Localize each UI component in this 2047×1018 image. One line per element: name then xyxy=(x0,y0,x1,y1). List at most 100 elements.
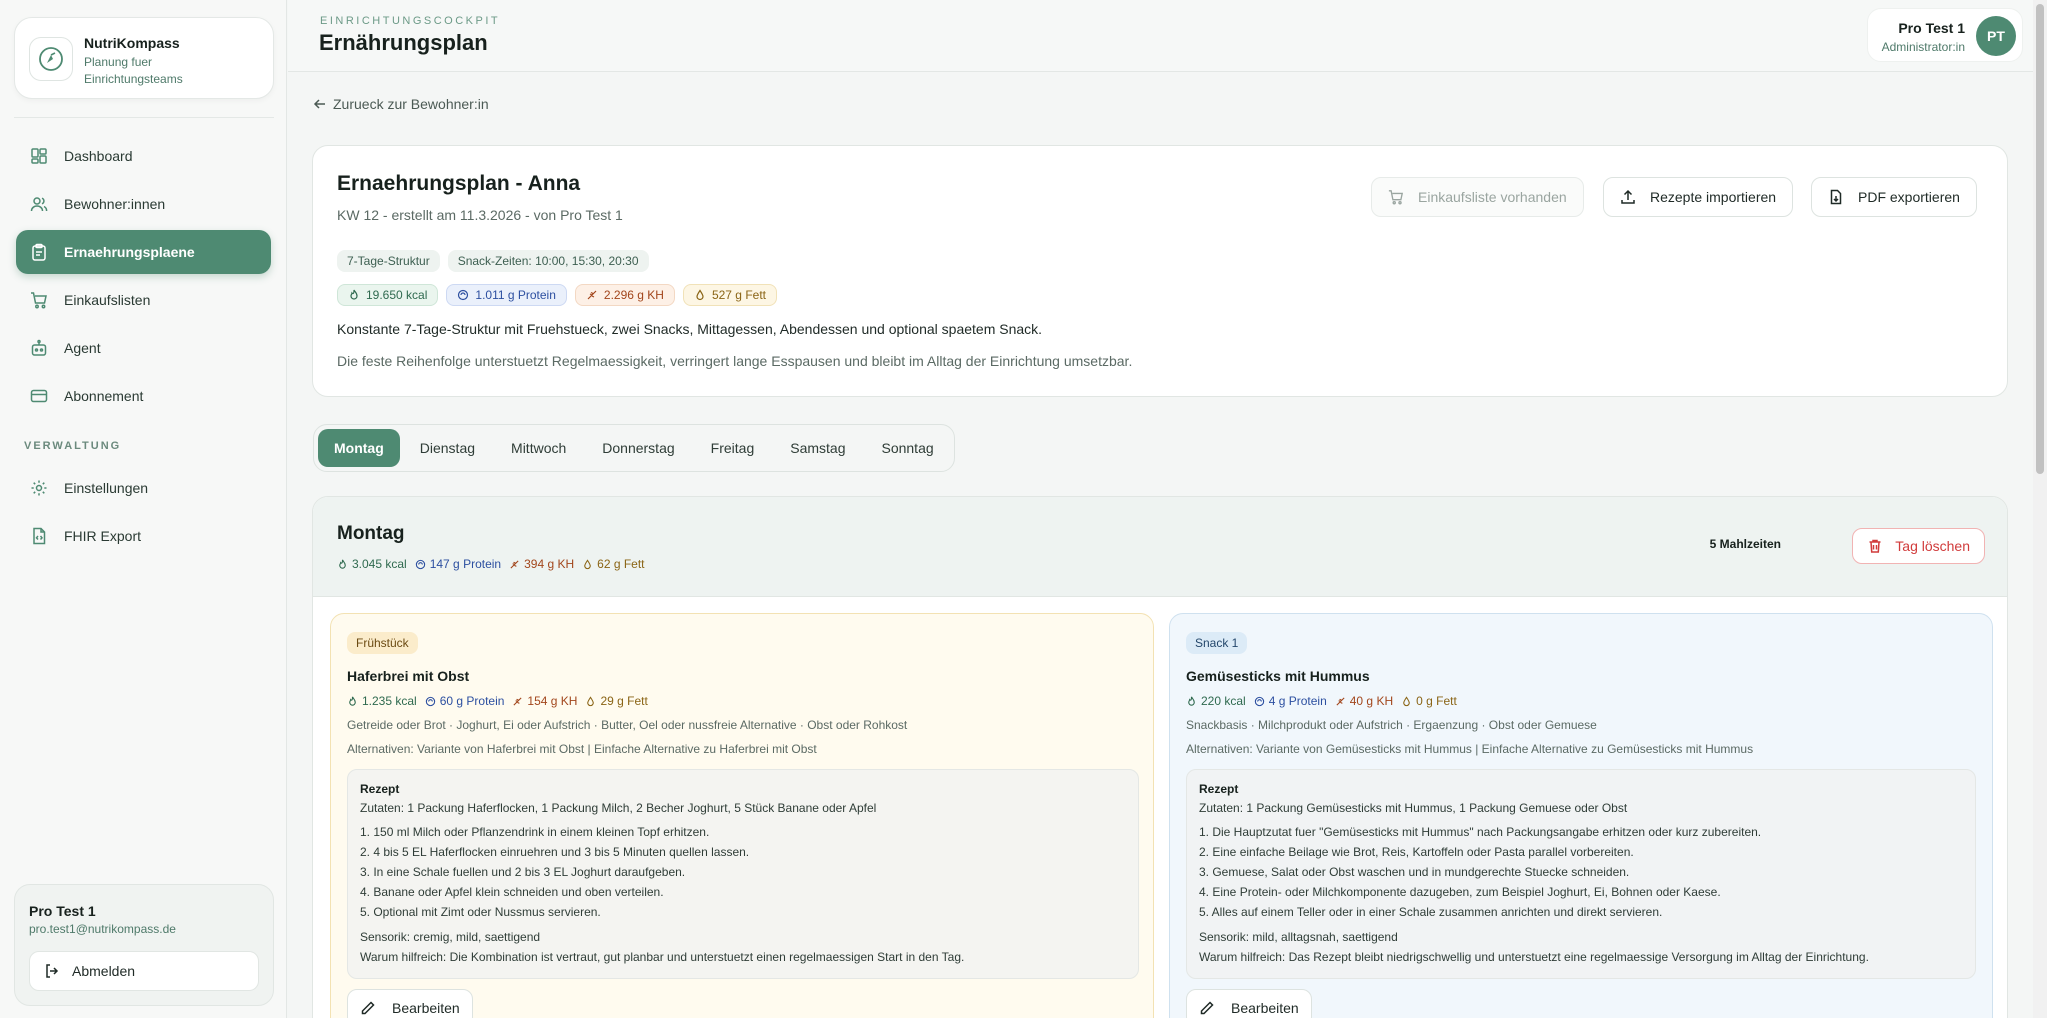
recipe-ingredients: Zutaten: 1 Packung Gemüsesticks mit Humm… xyxy=(1199,801,1628,815)
recipe-sensory: Sensorik: mild, alltagsnah, saettigend xyxy=(1199,930,1398,944)
meal-kcal: 1.235 kcal xyxy=(347,694,417,708)
edit-meal-button[interactable]: Bearbeiten xyxy=(347,989,473,1018)
wheat-icon xyxy=(509,559,520,570)
flame-icon xyxy=(337,559,348,570)
plan-rationale: Die feste Reihenfolge unterstuetzt Regel… xyxy=(337,353,1133,369)
sidebar-item-shopping-lists[interactable]: Einkaufslisten xyxy=(16,278,271,322)
compass-logo-icon xyxy=(29,37,73,81)
profile-role: Administrator:in xyxy=(1881,40,1965,54)
recipe-title: Rezept xyxy=(1199,782,1239,796)
recipe-step: 2. Eine einfache Beilage wie Brot, Reis,… xyxy=(1199,845,1634,859)
sidebar: NutriKompass Planung fuer Einrichtungste… xyxy=(0,0,287,1018)
carbs-badge: 2.296 g KH xyxy=(574,284,675,306)
recipe-title: Rezept xyxy=(360,782,400,796)
protein-icon xyxy=(457,289,469,301)
sidebar-item-label: Einstellungen xyxy=(64,480,149,496)
user-name: Pro Test 1 xyxy=(29,903,96,919)
pencil-icon xyxy=(360,1000,376,1016)
tab-freitag[interactable]: Freitag xyxy=(695,429,771,467)
meal-protein: 60 g Protein xyxy=(425,694,505,708)
pdf-export-button[interactable]: PDF exportieren xyxy=(1811,177,1977,217)
dashboard-icon xyxy=(30,147,48,165)
meal-carbs: 40 g KH xyxy=(1335,694,1393,708)
scrollbar-thumb[interactable] xyxy=(2036,4,2044,474)
back-link[interactable]: Zurueck zur Bewohner:in xyxy=(313,96,489,112)
delete-day-button[interactable]: Tag löschen xyxy=(1852,528,1985,564)
recipe-box: Rezept Zutaten: 1 Packung Gemüsesticks m… xyxy=(1186,769,1976,979)
meal-carbs-value: 40 g KH xyxy=(1349,694,1394,708)
protein-icon xyxy=(1254,696,1265,707)
drop-icon xyxy=(694,289,706,301)
sidebar-item-label: Agent xyxy=(64,340,101,356)
file-download-icon xyxy=(1828,189,1844,205)
sidebar-item-label: Bewohner:innen xyxy=(64,196,166,212)
plan-tags: 7-Tage-Struktur Snack-Zeiten: 10:00, 15:… xyxy=(337,250,649,272)
meal-type-badge: Frühstück xyxy=(347,632,418,654)
meal-kcal: 220 kcal xyxy=(1186,694,1246,708)
tab-montag[interactable]: Montag xyxy=(318,429,400,467)
edit-meal-label: Bearbeiten xyxy=(392,1000,460,1016)
meal-alternatives: Alternativen: Variante von Gemüsesticks … xyxy=(1186,742,1754,756)
sidebar-item-nutrition-plans[interactable]: Ernaehrungsplaene xyxy=(16,230,271,274)
user-card: Pro Test 1 pro.test1@nutrikompass.de Abm… xyxy=(14,884,274,1006)
meal-kcal-value: 1.235 kcal xyxy=(362,694,417,708)
tab-mittwoch[interactable]: Mittwoch xyxy=(495,429,582,467)
import-recipes-button[interactable]: Rezepte importieren xyxy=(1603,177,1794,217)
recipe-step: 4. Eine Protein- oder Milchkomponente da… xyxy=(1199,885,1721,899)
recipe-why: Warum hilfreich: Das Rezept bleibt niedr… xyxy=(1199,950,1869,964)
tab-donnerstag[interactable]: Donnerstag xyxy=(586,429,690,467)
drop-icon xyxy=(1401,695,1412,707)
sidebar-item-agent[interactable]: Agent xyxy=(16,326,271,370)
meal-protein-value: 60 g Protein xyxy=(439,694,505,708)
meal-components: Getreide oder Brot · Joghurt, Ei oder Au… xyxy=(347,718,908,732)
sidebar-item-residents[interactable]: Bewohner:innen xyxy=(16,182,271,226)
profile-menu[interactable]: Pro Test 1 Administrator:in PT xyxy=(1867,8,2023,62)
meal-protein: 4 g Protein xyxy=(1254,694,1327,708)
delete-day-label: Tag löschen xyxy=(1895,538,1970,554)
user-email: pro.test1@nutrikompass.de xyxy=(29,922,176,936)
day-carbs-value: 394 g KH xyxy=(524,557,575,571)
recipe-step: 4. Banane oder Apfel klein schneiden und… xyxy=(360,885,664,899)
brand-name: NutriKompass xyxy=(84,35,180,51)
protein-icon xyxy=(415,559,426,570)
arrow-left-icon xyxy=(313,97,327,111)
page-scrollbar[interactable] xyxy=(2033,0,2047,1018)
tab-dienstag[interactable]: Dienstag xyxy=(404,429,491,467)
shopping-list-button[interactable]: Einkaufsliste vorhanden xyxy=(1371,177,1584,217)
edit-meal-button[interactable]: Bearbeiten xyxy=(1186,989,1312,1018)
day-carbs: 394 g KH xyxy=(509,557,574,571)
flame-icon xyxy=(1186,696,1197,707)
sidebar-item-label: Dashboard xyxy=(64,148,133,164)
day-protein: 147 g Protein xyxy=(415,557,501,571)
nav-divider xyxy=(14,117,274,118)
trash-icon xyxy=(1867,538,1883,554)
cart-icon xyxy=(1388,189,1404,205)
logout-button[interactable]: Abmelden xyxy=(29,951,259,991)
recipe-step: 1. 150 ml Milch oder Pflanzendrink in ei… xyxy=(360,825,710,839)
clipboard-icon xyxy=(30,243,48,261)
sidebar-item-settings[interactable]: Einstellungen xyxy=(16,466,271,510)
back-link-label: Zurueck zur Bewohner:in xyxy=(333,96,489,112)
tab-samstag[interactable]: Samstag xyxy=(774,429,861,467)
avatar: PT xyxy=(1976,16,2016,56)
header-eyebrow: EINRICHTUNGSCOCKPIT xyxy=(320,15,501,27)
tab-sonntag[interactable]: Sonntag xyxy=(865,429,949,467)
day-macros: 3.045 kcal 147 g Protein 394 g KH 62 g F… xyxy=(337,557,645,571)
recipe-step: 3. Gemuese, Salat oder Obst waschen und … xyxy=(1199,865,1630,879)
sidebar-item-label: Ernaehrungsplaene xyxy=(64,244,195,260)
meal-kcal-value: 220 kcal xyxy=(1201,694,1246,708)
drop-icon xyxy=(585,695,596,707)
recipe-box: Rezept Zutaten: 1 Packung Haferflocken, … xyxy=(347,769,1139,979)
protein-badge: 1.011 g Protein xyxy=(446,284,567,306)
brand-card[interactable]: NutriKompass Planung fuer Einrichtungste… xyxy=(14,17,274,99)
sidebar-item-fhir-export[interactable]: FHIR Export xyxy=(16,514,271,558)
sidebar-item-dashboard[interactable]: Dashboard xyxy=(16,134,271,178)
plan-meta: KW 12 - erstellt am 11.3.2026 - von Pro … xyxy=(337,207,623,223)
wheat-icon xyxy=(586,289,598,301)
logout-icon xyxy=(44,963,60,979)
protein-value: 1.011 g Protein xyxy=(475,288,556,302)
recipe-step: 5. Optional mit Zimt oder Nussmus servie… xyxy=(360,905,601,919)
day-title: Montag xyxy=(337,523,405,544)
sidebar-item-subscription[interactable]: Abonnement xyxy=(16,374,271,418)
meal-name: Gemüsesticks mit Hummus xyxy=(1186,668,1370,684)
